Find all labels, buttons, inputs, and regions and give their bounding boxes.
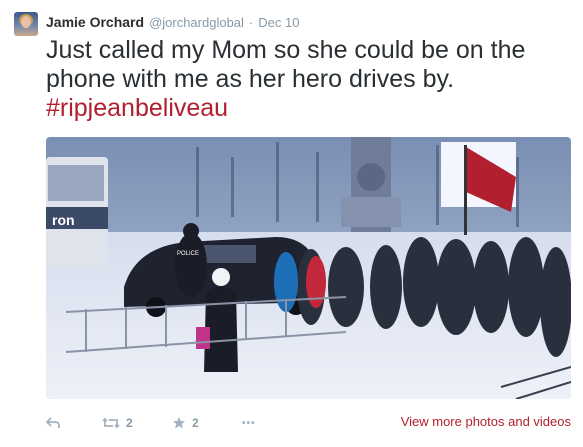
red-jacket-person <box>306 256 326 308</box>
favorite-count: 2 <box>192 416 199 430</box>
author-avatar[interactable] <box>14 12 38 36</box>
bus-sign: ron <box>52 212 75 228</box>
reply-icon <box>46 417 60 428</box>
star-icon <box>173 417 185 429</box>
police-label: POLICE <box>177 251 199 257</box>
author-handle[interactable]: @jorchardglobal <box>149 15 244 30</box>
more-dots-icon: ••• <box>242 417 256 429</box>
tweet-header: Jamie Orchard @jorchardglobal · Dec 10 <box>46 14 299 32</box>
retweet-count: 2 <box>126 416 133 430</box>
bus: ron <box>46 157 108 267</box>
view-more-photos-link[interactable]: View more photos and videos <box>401 414 571 429</box>
retweet-icon <box>102 417 120 429</box>
header-separator: · <box>248 15 254 30</box>
tweet-date[interactable]: Dec 10 <box>258 15 299 30</box>
retweet-button[interactable]: 2 <box>102 416 172 430</box>
hashtag-link[interactable]: #ripjeanbeliveau <box>46 94 566 123</box>
tweet-actions: 2 2 ••• View more photos and videos <box>46 412 571 434</box>
tweet-photo[interactable]: ron POLICE <box>46 137 571 399</box>
author-name[interactable]: Jamie Orchard <box>46 14 144 30</box>
tweet-text: Just called my Mom so she could be on th… <box>46 36 566 123</box>
flag-pole <box>464 145 467 235</box>
more-options-button[interactable]: ••• <box>242 418 256 429</box>
tweet-text-line-1: Just called my Mom so she could be on th… <box>46 36 526 64</box>
avatar-face <box>21 16 31 28</box>
tweet-text-line-2: phone with me as her hero drives by. <box>46 65 455 93</box>
reply-button[interactable] <box>46 417 102 429</box>
favorite-button[interactable]: 2 <box>172 416 242 430</box>
photo-scene: ron POLICE <box>46 137 571 399</box>
